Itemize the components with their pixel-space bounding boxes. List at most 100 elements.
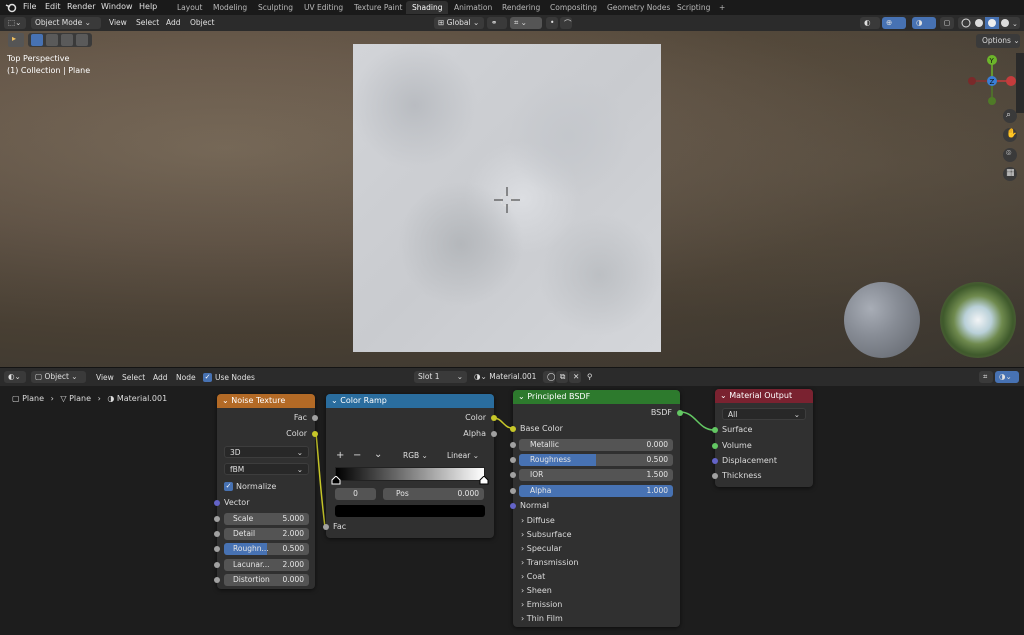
menu-render[interactable]: Render (67, 2, 95, 11)
pan-hand-icon[interactable]: ✋ (1003, 128, 1017, 142)
node-overlay-icon[interactable]: ◑⌄ (995, 371, 1019, 383)
xray-icon[interactable]: ◻ (940, 17, 954, 29)
ramp-pos-field[interactable]: Pos 0.000 (383, 488, 484, 500)
ramp-stop-white[interactable] (479, 476, 489, 485)
viewport-view-menu[interactable]: View (109, 18, 127, 27)
noise-detail-field[interactable]: Detail 2.000 (224, 528, 309, 540)
displacement-socket[interactable] (712, 458, 718, 464)
pin-icon[interactable]: ⚲ (587, 372, 593, 381)
noise-scale-socket[interactable] (214, 516, 220, 522)
select-extend-icon[interactable] (46, 34, 58, 46)
panel-subsurface[interactable]: › Subsurface (521, 530, 572, 539)
tab-scripting[interactable]: Scripting (671, 1, 716, 14)
bsdf-output-socket[interactable] (677, 410, 683, 416)
noise-distortion-socket[interactable] (214, 577, 220, 583)
ramp-color-mode-dropdown[interactable]: RGB ⌄ (398, 450, 440, 462)
tab-uv-editing[interactable]: UV Editing (298, 1, 349, 14)
noise-texture-node[interactable]: ⌄ Noise Texture Fac Color 3D ⌄ fBM ⌄ ✓ Nor… (214, 394, 318, 589)
menu-edit[interactable]: Edit (45, 2, 61, 11)
3d-viewport[interactable]: ▸ Top Perspective (1) Collection | Plane… (0, 31, 1024, 367)
tab-layout[interactable]: Layout (171, 1, 209, 14)
unlink-material-icon[interactable]: ✕ (569, 371, 581, 383)
tab-compositing[interactable]: Compositing (544, 1, 603, 14)
ior-socket[interactable] (510, 472, 516, 478)
ramp-color-socket[interactable] (491, 415, 497, 421)
noise-distortion-field[interactable]: Distortion 0.000 (224, 574, 309, 586)
ramp-interpolation-dropdown[interactable]: Linear ⌄ (442, 450, 486, 462)
overlay-toggle-icon[interactable]: ◑ (912, 17, 936, 29)
material-selector[interactable]: ◑⌄ Material.001 (470, 371, 542, 383)
tab-texture-paint[interactable]: Texture Paint (348, 1, 408, 14)
noise-lacunarity-field[interactable]: Lacunar... 2.000 (224, 559, 309, 571)
remove-stop-button[interactable]: − (353, 450, 361, 461)
node-editor-type-button[interactable]: ◐⌄ (4, 371, 26, 383)
options-button[interactable]: Options ⌄ (976, 34, 1020, 48)
output-target-dropdown[interactable]: All ⌄ (722, 408, 806, 420)
alpha-socket[interactable] (510, 488, 516, 494)
tab-modeling[interactable]: Modeling (207, 1, 253, 14)
noise-scale-field[interactable]: Scale 5.000 (224, 513, 309, 525)
blender-logo-icon[interactable] (5, 2, 17, 13)
viewport-select-menu[interactable]: Select (136, 18, 159, 27)
snap-icon[interactable]: ⌗ ⌄ (510, 17, 542, 29)
object-mode-dropdown[interactable]: Object Mode ⌄ (31, 17, 101, 29)
color-ramp-node[interactable]: ⌄ Color Ramp Color Alpha + − ⌄ RGB ⌄ Lin… (323, 394, 497, 538)
ramp-stop-index-field[interactable]: 0 (335, 488, 376, 500)
shading-mode-buttons[interactable]: ⌄ (958, 17, 1020, 29)
node-menu[interactable]: Node (176, 373, 196, 382)
select-intersect-icon[interactable] (76, 34, 88, 46)
perspective-grid-icon[interactable]: ▦ (1003, 167, 1017, 181)
thickness-socket[interactable] (712, 473, 718, 479)
ramp-specials-chevron-icon[interactable]: ⌄ (374, 449, 382, 460)
panel-transmission[interactable]: › Transmission (521, 558, 578, 567)
panel-sheen[interactable]: › Sheen (521, 586, 552, 595)
add-workspace-button[interactable]: + (713, 1, 731, 14)
output-node-header[interactable]: ⌄ Material Output (715, 389, 813, 403)
panel-diffuse[interactable]: › Diffuse (521, 516, 555, 525)
panel-emission[interactable]: › Emission (521, 600, 562, 609)
select-subtract-icon[interactable] (61, 34, 73, 46)
metallic-field[interactable]: Metallic 0.000 (519, 439, 673, 451)
roughness-field[interactable]: Roughness 0.500 (519, 454, 673, 466)
falloff-icon[interactable]: ⌒ (560, 17, 572, 29)
panel-specular[interactable]: › Specular (521, 544, 562, 553)
menu-help[interactable]: Help (139, 2, 157, 11)
bsdf-node-header[interactable]: ⌄ Principled BSDF (513, 390, 680, 404)
ior-field[interactable]: IOR 1.500 (519, 469, 673, 481)
tab-geometry-nodes[interactable]: Geometry Nodes (601, 1, 676, 14)
normalize-checkbox[interactable]: ✓ (224, 482, 233, 491)
add-stop-button[interactable]: + (336, 450, 344, 461)
node-add-menu[interactable]: Add (153, 373, 168, 382)
panel-coat[interactable]: › Coat (521, 572, 545, 581)
use-nodes-checkbox[interactable]: ✓ (203, 373, 212, 382)
color-ramp-gradient[interactable] (335, 467, 485, 481)
viewport-object-menu[interactable]: Object (190, 18, 214, 27)
slot-dropdown[interactable]: Slot 1 ⌄ (414, 371, 467, 383)
proportional-edit-icon[interactable]: • (546, 17, 558, 29)
noise-detail-socket[interactable] (214, 531, 220, 537)
visibility-icon[interactable]: ◐ (860, 17, 880, 29)
noise-vector-socket[interactable] (214, 500, 220, 506)
camera-icon[interactable]: ⌾ (1003, 148, 1017, 162)
select-mode-buttons[interactable] (28, 33, 92, 47)
volume-socket[interactable] (712, 443, 718, 449)
zoom-icon[interactable]: ⌕ (1003, 109, 1017, 123)
principled-bsdf-node[interactable]: ⌄ Principled BSDF BSDF Base Color Metall… (510, 390, 683, 627)
noise-roughness-field[interactable]: Roughn... 0.500 (224, 543, 309, 555)
tab-sculpting[interactable]: Sculpting (252, 1, 299, 14)
ramp-fac-input-socket[interactable] (323, 524, 329, 530)
gizmo-toggle-icon[interactable]: ⊕ (882, 17, 906, 29)
roughness-socket[interactable] (510, 457, 516, 463)
metallic-socket[interactable] (510, 442, 516, 448)
alpha-field[interactable]: Alpha 1.000 (519, 485, 673, 497)
snapping-icon[interactable]: ⌗ (979, 371, 993, 383)
menu-window[interactable]: Window (101, 2, 133, 11)
tab-rendering[interactable]: Rendering (496, 1, 546, 14)
noise-lacunarity-socket[interactable] (214, 562, 220, 568)
select-tool-icon[interactable]: ▸ (8, 33, 24, 47)
pivot-icon[interactable]: ⚭ (487, 17, 507, 29)
noise-dimensions-dropdown[interactable]: 3D ⌄ (224, 446, 309, 458)
panel-thin-film[interactable]: › Thin Film (521, 614, 563, 623)
tab-animation[interactable]: Animation (448, 1, 498, 14)
ramp-alpha-socket[interactable] (491, 431, 497, 437)
